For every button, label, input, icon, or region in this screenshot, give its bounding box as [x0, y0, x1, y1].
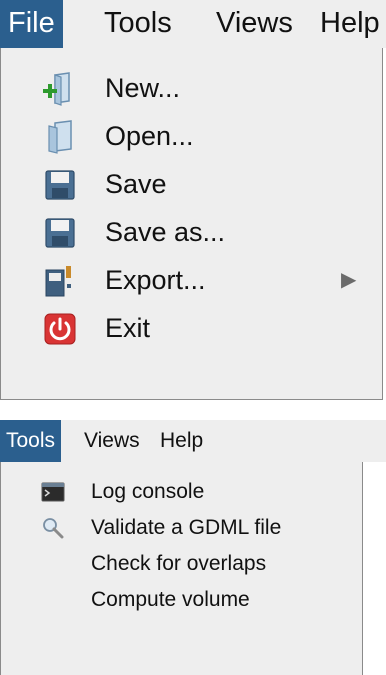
menu-item-export[interactable]: Export... ▶ [1, 256, 382, 304]
file-dropdown-menu: New... Open... Save Save as... Export...… [0, 48, 383, 400]
submenu-arrow-icon: ▶ [341, 269, 357, 291]
floppy-disk-icon [45, 170, 75, 200]
menu-help[interactable]: Help [320, 0, 380, 48]
menu-item-label: Compute volume [91, 588, 250, 611]
menu-item-compute-volume[interactable]: Compute volume [1, 582, 362, 618]
console-icon [41, 482, 65, 502]
floppy-disk-icon [45, 218, 75, 248]
menu-file[interactable]: File [0, 0, 63, 48]
menu-views[interactable]: Views [216, 0, 293, 48]
menu-item-label: Log console [91, 480, 205, 503]
menu-item-label: Save as... [105, 217, 226, 247]
menu-item-check-overlaps[interactable]: Check for overlaps [1, 546, 362, 582]
tools-menu-screenshot: Tools Views Help Log console Validate a … [0, 420, 386, 675]
menu-views[interactable]: Views [84, 420, 140, 462]
menu-tools[interactable]: Tools [104, 0, 172, 48]
menu-item-label: Export... [105, 265, 206, 295]
menu-item-open[interactable]: Open... [1, 112, 382, 160]
menu-item-save[interactable]: Save [1, 160, 382, 208]
menu-item-label: Save [105, 169, 167, 199]
menu-item-validate-gdml[interactable]: Validate a GDML file [1, 510, 362, 546]
file-menu-screenshot: File Tools Views Help New... Open... Sav… [0, 0, 386, 402]
menu-item-label: Check for overlaps [91, 552, 267, 575]
menu-tools[interactable]: Tools [0, 420, 62, 462]
magnifier-icon [43, 518, 64, 539]
menu-item-label: New... [105, 73, 181, 103]
menu-item-label: Open... [105, 121, 194, 151]
menu-item-label: Exit [105, 313, 151, 343]
new-document-icon [43, 72, 70, 106]
menu-item-log-console[interactable]: Log console [1, 474, 362, 510]
menu-bar: Tools Views Help [0, 420, 386, 462]
open-document-icon [48, 120, 72, 154]
menu-item-new[interactable]: New... [1, 64, 382, 112]
menu-item-label: Validate a GDML file [91, 516, 282, 539]
menu-item-save-as[interactable]: Save as... [1, 208, 382, 256]
export-icon [45, 266, 71, 297]
menu-bar: File Tools Views Help [0, 0, 386, 48]
tools-dropdown-menu: Log console Validate a GDML file Check f… [0, 462, 363, 675]
menu-help[interactable]: Help [160, 420, 203, 462]
menu-item-exit[interactable]: Exit [1, 304, 382, 352]
power-icon [44, 313, 76, 345]
